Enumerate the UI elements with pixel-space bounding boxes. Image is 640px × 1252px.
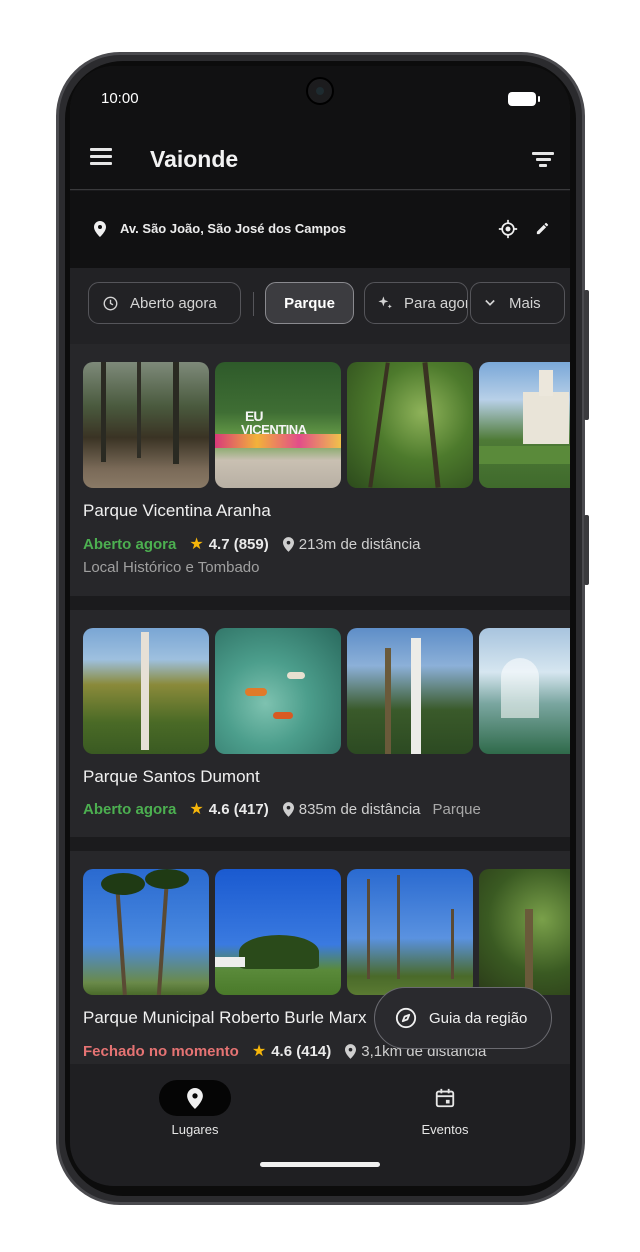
front-camera (306, 77, 334, 105)
location-pin-icon (282, 801, 294, 817)
location-address: Av. São João, São José dos Campos (120, 221, 347, 236)
place-photo[interactable] (83, 869, 209, 995)
place-category: Local Histórico e Tombado (83, 559, 260, 576)
open-status: Aberto agora (83, 535, 177, 553)
edit-icon[interactable] (535, 221, 550, 236)
place-category: Parque (432, 800, 481, 818)
menu-icon[interactable] (90, 148, 112, 166)
place-photo[interactable] (83, 362, 209, 488)
place-photo[interactable] (83, 628, 209, 754)
place-distance: 213m de distância (298, 535, 421, 553)
clock-icon (103, 296, 118, 310)
photo-carousel[interactable]: EU VICENTINA (83, 362, 570, 488)
chip-para-agora[interactable]: Para agora (364, 282, 468, 324)
open-status: Aberto agora (83, 800, 177, 818)
place-photo[interactable]: EU VICENTINA (215, 362, 341, 488)
place-name: Parque Santos Dumont (83, 767, 260, 786)
place-photo[interactable] (215, 628, 341, 754)
nav-label: Lugares (171, 1122, 219, 1137)
place-meta: Aberto agora ★ 4.6 (417) 835m de distânc… (83, 799, 481, 819)
place-name: Parque Vicentina Aranha (83, 501, 271, 520)
chevron-down-icon (485, 299, 495, 306)
power-button (584, 515, 589, 585)
chip-label: Mais (509, 294, 541, 312)
star-icon: ★ (189, 536, 204, 553)
place-rating: 4.7 (859) (208, 535, 269, 553)
nav-label: Eventos (421, 1122, 469, 1137)
place-photo[interactable] (479, 628, 570, 754)
location-pin-icon (345, 1043, 357, 1059)
pin-icon (187, 1087, 203, 1109)
place-rating: 4.6 (414) (271, 1042, 332, 1060)
star-icon: ★ (251, 1043, 267, 1060)
status-time: 10:00 (101, 90, 139, 107)
place-photo[interactable] (479, 362, 570, 488)
location-bar[interactable]: Av. São João, São José dos Campos (70, 191, 570, 268)
place-meta: Aberto agora ★ 4.7 (859) 213m de distânc… (83, 534, 421, 554)
app-bar: Vaionde (70, 126, 570, 190)
place-photo[interactable] (215, 869, 341, 995)
volume-button (584, 290, 589, 420)
chip-parque[interactable]: Parque (265, 282, 354, 324)
home-indicator[interactable] (260, 1162, 380, 1167)
photo-carousel[interactable] (83, 869, 570, 995)
photo-sign-text: VICENTINA (241, 422, 307, 437)
closed-status: Fechado no momento (83, 1042, 239, 1060)
nav-eventos[interactable]: Eventos (385, 1080, 505, 1137)
filter-icon[interactable] (532, 152, 554, 167)
chip-mais[interactable]: Mais (470, 282, 565, 324)
chip-label: Aberto agora (130, 294, 217, 312)
battery-icon (508, 92, 540, 106)
place-photo[interactable] (479, 869, 570, 995)
chip-label: Para agora (404, 294, 467, 312)
bottom-navigation: Lugares Eventos (70, 1064, 570, 1186)
calendar-icon (435, 1088, 455, 1108)
filter-chips-bar: Aberto agora Parque Para agora Mais (70, 268, 570, 344)
places-list: EU VICENTINA Parque Vicentina Aranha Abe… (70, 344, 570, 1064)
status-bar: 10:00 (70, 66, 570, 126)
place-name: Parque Municipal Roberto Burle Marx (83, 1008, 367, 1027)
place-photo[interactable] (347, 869, 473, 995)
place-card[interactable]: EU VICENTINA Parque Vicentina Aranha Abe… (70, 344, 570, 596)
nav-lugares[interactable]: Lugares (135, 1080, 255, 1137)
sparkle-icon (378, 295, 392, 308)
app-title: Vaionde (150, 146, 239, 172)
chip-divider (253, 292, 254, 316)
location-pin-icon (94, 221, 106, 237)
place-photo[interactable] (347, 362, 473, 488)
region-guide-button[interactable]: Guia da região (374, 987, 552, 1049)
location-pin-icon (282, 536, 294, 552)
chip-open-now[interactable]: Aberto agora (88, 282, 241, 324)
place-distance: 835m de distância (298, 800, 421, 818)
nav-active-indicator (159, 1080, 231, 1116)
place-rating: 4.6 (417) (208, 800, 269, 818)
app-screen: 10:00 Vaionde Av. São João, São José dos… (70, 66, 570, 1186)
place-photo[interactable] (347, 628, 473, 754)
photo-carousel[interactable] (83, 628, 570, 754)
my-location-icon[interactable] (498, 219, 518, 239)
nav-icon-wrap (409, 1080, 481, 1116)
fab-label: Guia da região (429, 1009, 528, 1027)
star-icon: ★ (189, 801, 204, 818)
chip-label: Parque (284, 294, 335, 312)
compass-icon (395, 1007, 417, 1029)
place-card[interactable]: Parque Santos Dumont Aberto agora ★ 4.6 … (70, 610, 570, 837)
